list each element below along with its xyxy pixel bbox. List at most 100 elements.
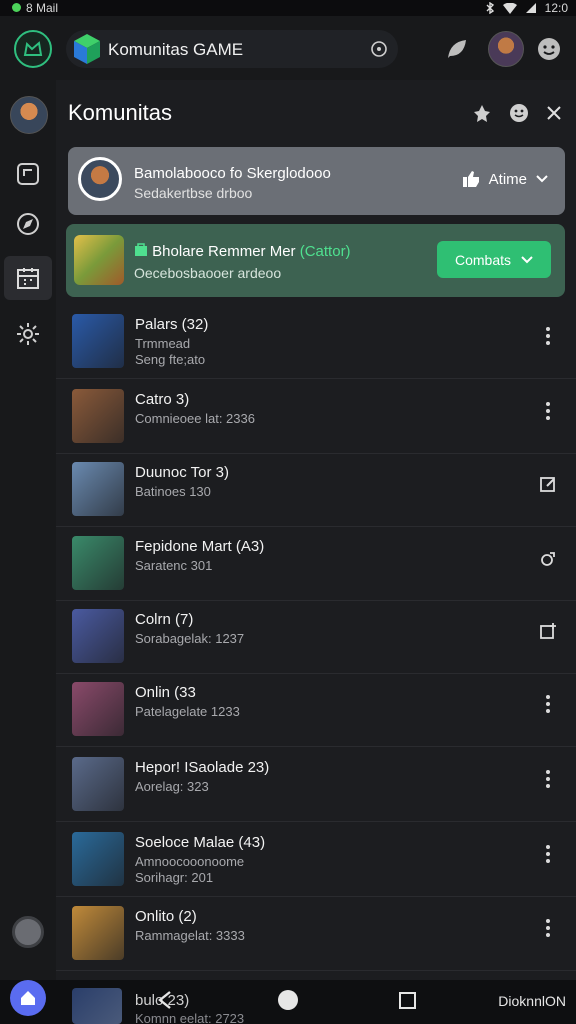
list-item[interactable]: Soeloce Malae (43) Amnoocooonoome Sorihagr… — [56, 824, 576, 897]
user-card[interactable]: Bamolabooco fo Skerglodooo Sedakertbse d… — [68, 147, 565, 215]
more-vert-icon[interactable] — [538, 692, 558, 716]
chevron-down-icon — [521, 255, 533, 263]
dashboard-icon — [23, 41, 43, 56]
game-name: Hepor! ISaolade 23) — [135, 759, 270, 776]
promo-card[interactable]: Bholare Remmer Mer (Cattor) Oecebosbaooe… — [66, 224, 565, 297]
peek-thumbnail — [72, 988, 122, 1024]
game-subtitle-2: Sorihagr: 201 — [135, 870, 214, 885]
emoji-react-icon[interactable] — [508, 102, 530, 124]
game-thumbnail — [72, 462, 124, 516]
game-subtitle: Batinoes 130 — [135, 484, 211, 499]
game-subtitle-2: Seng fte;ato — [135, 352, 206, 367]
list-item[interactable]: Fepidone Mart (A3) Saratenc 301 — [56, 528, 576, 601]
game-name: Onlin (33 — [135, 684, 196, 701]
home-nav-button[interactable] — [278, 990, 298, 1010]
status-right: 12:0 — [485, 1, 568, 15]
game-thumbnail — [72, 906, 124, 960]
more-vert-icon[interactable] — [538, 767, 558, 791]
compass-icon[interactable] — [14, 210, 42, 238]
top-app-bar: Komunitas GAME — [0, 16, 576, 80]
game-name: Catro 3) — [135, 391, 190, 408]
user-card-action-label: Atime — [488, 170, 527, 188]
more-vert-icon[interactable] — [538, 324, 558, 348]
more-vert-icon[interactable] — [538, 399, 558, 423]
calendar-icon — [17, 268, 39, 289]
list-item[interactable]: Onlito (2) Rammagelat: 3333 — [56, 898, 576, 971]
game-thumbnail — [72, 536, 124, 590]
profile-avatar[interactable] — [488, 31, 524, 67]
game-subtitle: Saratenc 301 — [135, 558, 213, 573]
promo-button[interactable]: Combats — [437, 241, 551, 278]
list-item[interactable]: Colrn (7) Sorabagelak: 1237 — [56, 601, 576, 674]
emoji-icon[interactable] — [536, 36, 562, 62]
thumbs-up-icon — [462, 171, 479, 187]
bag-icon — [135, 243, 147, 256]
status-circle-button[interactable] — [12, 916, 44, 948]
bluetooth-icon — [486, 2, 494, 14]
edit-square-icon[interactable] — [538, 472, 558, 496]
game-name: Colrn (7) — [135, 611, 194, 628]
user-card-subtitle: Sedakertbse drboo — [134, 185, 253, 201]
notification-dot-icon — [12, 3, 21, 12]
game-subtitle: Patelagelate 1233 — [135, 704, 240, 719]
promo-title-text: Bholare Remmer Mer — [152, 243, 296, 260]
app-root: 8 Mail 12:0 Komunitas GAME Komunitas Bam… — [0, 0, 576, 1024]
game-thumbnail — [72, 832, 124, 886]
recents-nav-button[interactable] — [399, 992, 416, 1009]
game-subtitle: Comnieoee lat: 2336 — [135, 411, 255, 426]
promo-subtitle: Oecebosbaooer ardeoo — [134, 265, 282, 281]
game-thumbnail — [72, 682, 124, 736]
list-item[interactable]: Hepor! ISaolade 23) Aorelag: 323 — [56, 749, 576, 822]
game-name: Duunoc Tor 3) — [135, 464, 229, 481]
leaf-icon[interactable] — [444, 36, 470, 62]
list-item[interactable]: Duunoc Tor 3) Batinoes 130 — [56, 454, 576, 527]
list-item[interactable]: Onlin (33 Patelagelate 1233 — [56, 674, 576, 747]
status-left-text: 8 Mail — [26, 1, 59, 15]
game-name: Onlito (2) — [135, 908, 197, 925]
status-bar: 8 Mail 12:0 — [0, 0, 576, 16]
add-box-icon[interactable] — [538, 619, 558, 643]
promo-thumbnail — [74, 235, 124, 285]
more-vert-icon[interactable] — [538, 842, 558, 866]
promo-title-highlight: (Cattor) — [299, 243, 351, 260]
share-icon[interactable] — [538, 546, 558, 570]
game-name: Palars (32) — [135, 316, 209, 333]
battery-icon — [525, 3, 536, 13]
settings-gear-icon[interactable] — [14, 320, 42, 348]
peek-subtitle: Komnn eelat: 2723 — [135, 1011, 245, 1024]
list-item[interactable]: Catro 3) Comnieoee lat: 2336 — [56, 381, 576, 454]
system-nav-bar: bulo 23) Komnn eelat: 2723 DioknnlON — [0, 980, 576, 1024]
game-name: Fepidone Mart (A3) — [135, 538, 265, 555]
list-item[interactable]: Palars (32) Trmmead Seng fte;ato — [56, 306, 576, 379]
game-name: Soeloce Malae (43) — [135, 834, 266, 851]
left-rail — [0, 80, 56, 980]
back-icon[interactable] — [156, 990, 174, 1010]
user-card-avatar — [78, 157, 122, 201]
game-subtitle: Sorabagelak: 1237 — [135, 631, 245, 646]
user-card-action[interactable]: Atime — [461, 169, 549, 189]
community-panel: Komunitas Bamolabooco fo Skerglodooo Sed… — [56, 80, 576, 980]
wifi-icon — [502, 2, 517, 14]
game-subtitle: Rammagelat: 3333 — [135, 928, 245, 943]
home-fab-button[interactable] — [10, 980, 46, 1016]
more-vert-icon[interactable] — [538, 916, 558, 940]
home-button[interactable] — [14, 30, 52, 68]
game-thumbnail — [72, 314, 124, 368]
chat-square-icon[interactable] — [14, 160, 42, 188]
community-selector[interactable]: Komunitas GAME — [66, 30, 398, 68]
close-icon[interactable] — [546, 105, 562, 121]
home-icon — [21, 991, 35, 1005]
target-icon[interactable] — [370, 40, 388, 58]
rail-avatar[interactable] — [10, 96, 48, 134]
calendar-nav-item[interactable] — [4, 256, 52, 300]
promo-button-label: Combats — [454, 251, 512, 268]
game-subtitle: Aorelag: 323 — [135, 779, 209, 794]
game-thumbnail — [72, 609, 124, 663]
game-thumbnail — [72, 389, 124, 443]
nav-right-label: DioknnlON — [498, 993, 566, 1009]
chevron-down-icon — [536, 175, 548, 183]
game-cube-logo-icon — [74, 34, 100, 64]
game-subtitle: Amnoocooonoome — [135, 854, 245, 869]
status-time: 12:0 — [544, 1, 568, 15]
pin-icon[interactable] — [472, 103, 492, 123]
